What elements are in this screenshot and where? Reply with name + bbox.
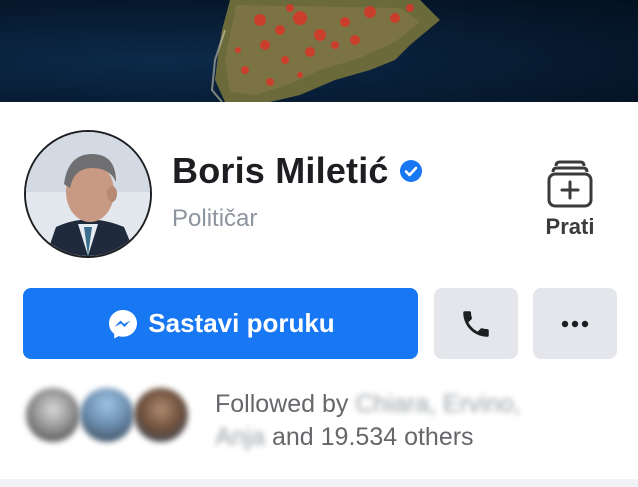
send-message-label: Sastavi poruku xyxy=(148,308,335,338)
profile-name-row: Boris Miletić xyxy=(172,150,423,192)
follower-avatar xyxy=(26,388,80,442)
more-icon xyxy=(561,320,589,327)
verified-badge-icon xyxy=(399,160,422,182)
follow-page-icon xyxy=(547,160,593,208)
cover-map-image xyxy=(210,0,440,102)
profile-name: Boris Miletić xyxy=(172,150,389,191)
follow-label: Prati xyxy=(545,214,595,239)
cover-photo[interactable] xyxy=(0,0,638,102)
messenger-icon xyxy=(109,309,138,338)
profile-category: Političar xyxy=(172,205,258,232)
follower-names: Chiara, Ervino, xyxy=(355,390,521,418)
followed-by-prefix: Followed by xyxy=(215,390,349,418)
followers-count: and 19.534 others xyxy=(272,423,474,451)
call-button[interactable] xyxy=(434,288,518,359)
follow-button[interactable]: Prati xyxy=(535,158,605,240)
follower-avatar xyxy=(134,388,188,442)
follower-names: Anja xyxy=(215,423,266,451)
profile-avatar[interactable] xyxy=(24,130,152,258)
profile-photo xyxy=(26,132,150,256)
send-message-button[interactable]: Sastavi poruku xyxy=(23,288,418,359)
followed-by-section[interactable]: Followed by Chiara, Ervino, Anja and 19.… xyxy=(0,380,638,460)
more-options-button[interactable] xyxy=(533,288,617,359)
phone-icon xyxy=(463,310,489,337)
followed-by-text: Followed by Chiara, Ervino, Anja and 19.… xyxy=(215,388,625,454)
section-divider xyxy=(0,479,638,487)
follower-avatar xyxy=(80,388,134,442)
